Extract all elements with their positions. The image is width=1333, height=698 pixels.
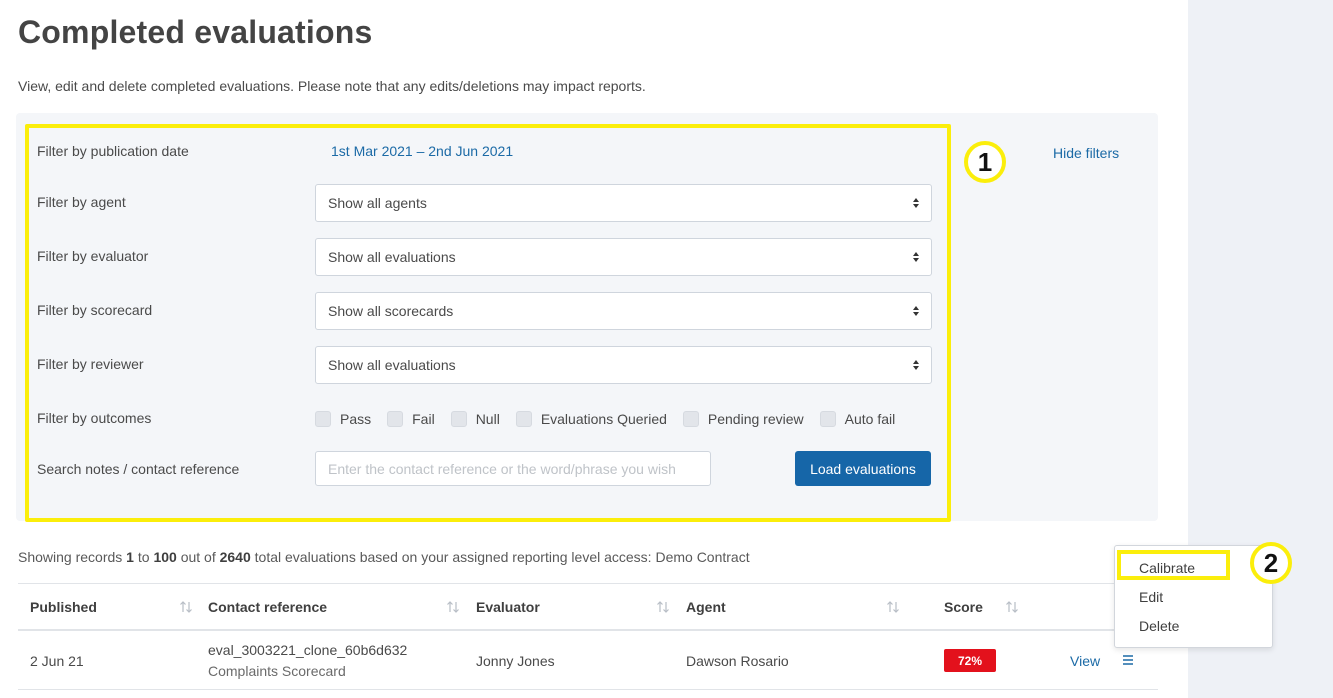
reviewer-select[interactable]: Show all evaluations <box>315 346 932 384</box>
checkbox-box[interactable] <box>387 411 404 427</box>
agent-select-value: Show all agents <box>328 195 427 211</box>
outcome-label: Pass <box>340 411 372 427</box>
outcome-label: Evaluations Queried <box>540 411 667 427</box>
annotation-badge-2: 2 <box>1250 542 1292 584</box>
menu-item-calibrate[interactable]: Calibrate <box>1139 560 1195 576</box>
checkbox-box[interactable] <box>315 411 331 427</box>
outcome-label: Pending review <box>707 411 804 427</box>
select-arrows-icon <box>913 252 919 262</box>
sort-icon[interactable] <box>1005 600 1019 614</box>
column-header-published[interactable]: Published <box>30 599 97 615</box>
outcome-pending-review-checkbox[interactable]: Pending review <box>682 411 804 427</box>
outcome-queried-checkbox[interactable]: Evaluations Queried <box>515 411 667 427</box>
hamburger-menu-icon[interactable] <box>1121 653 1135 667</box>
annotation-badge-1: 1 <box>964 141 1006 183</box>
column-header-score[interactable]: Score <box>944 599 983 615</box>
scorecard-filter-label: Filter by scorecard <box>37 302 153 318</box>
page-description: View, edit and delete completed evaluati… <box>18 78 646 94</box>
outcome-null-checkbox[interactable]: Null <box>450 411 500 427</box>
records-total: 2640 <box>219 549 251 565</box>
records-to-word: to <box>137 549 150 565</box>
outcome-label: Null <box>475 411 500 427</box>
outcomes-checkbox-group: Pass Fail Null Evaluations Queried Pendi… <box>315 409 911 429</box>
checkbox-box[interactable] <box>515 411 532 427</box>
column-header-contact-reference[interactable]: Contact reference <box>208 599 327 615</box>
select-arrows-icon <box>913 198 919 208</box>
records-to: 100 <box>153 549 177 565</box>
search-input[interactable] <box>315 451 711 486</box>
cell-contact-reference: eval_3003221_clone_60b6d632 <box>208 642 408 658</box>
checkbox-box[interactable] <box>819 411 836 427</box>
reviewer-select-value: Show all evaluations <box>328 357 456 373</box>
score-badge: 72% <box>944 649 996 672</box>
scorecard-select-value: Show all scorecards <box>328 303 454 319</box>
records-summary: Showing records 1 to 100 out of 2640 tot… <box>18 549 750 565</box>
evaluator-filter-label: Filter by evaluator <box>37 248 149 264</box>
records-out-of-word: out of <box>180 549 216 565</box>
menu-item-edit[interactable]: Edit <box>1139 589 1163 605</box>
publication-date-range-link[interactable]: 1st Mar 2021 – 2nd Jun 2021 <box>331 143 513 159</box>
view-link[interactable]: View <box>1070 653 1100 669</box>
reviewer-filter-label: Filter by reviewer <box>37 356 144 372</box>
outcome-pass-checkbox[interactable]: Pass <box>315 411 371 427</box>
outcome-fail-checkbox[interactable]: Fail <box>387 411 435 427</box>
outcome-label: Auto fail <box>844 411 896 427</box>
search-filter-label: Search notes / contact reference <box>37 461 240 477</box>
records-from: 1 <box>126 549 134 565</box>
sort-icon[interactable] <box>446 600 460 614</box>
outcomes-filter-label: Filter by outcomes <box>37 410 152 426</box>
cell-published: 2 Jun 21 <box>30 653 84 669</box>
agent-filter-label: Filter by agent <box>37 194 126 210</box>
sort-icon[interactable] <box>886 600 900 614</box>
table-header-divider <box>18 629 1158 631</box>
checkbox-box[interactable] <box>450 411 467 427</box>
page-title: Completed evaluations <box>18 14 373 50</box>
checkbox-box[interactable] <box>682 411 699 427</box>
cell-agent: Dawson Rosario <box>686 653 789 669</box>
outcome-auto-fail-checkbox[interactable]: Auto fail <box>819 411 896 427</box>
evaluator-select-value: Show all evaluations <box>328 249 456 265</box>
records-suffix: total evaluations based on your assigned… <box>254 549 750 565</box>
load-evaluations-button[interactable]: Load evaluations <box>795 451 931 486</box>
sort-icon[interactable] <box>179 600 193 614</box>
cell-scorecard: Complaints Scorecard <box>208 663 346 679</box>
menu-item-delete[interactable]: Delete <box>1139 618 1179 634</box>
table-divider <box>18 583 1158 584</box>
evaluator-select[interactable]: Show all evaluations <box>315 238 932 276</box>
cell-evaluator: Jonny Jones <box>476 653 555 669</box>
main-content: Completed evaluations View, edit and del… <box>0 0 1188 698</box>
publication-date-label: Filter by publication date <box>37 143 189 159</box>
hide-filters-link[interactable]: Hide filters <box>1053 145 1119 161</box>
outcome-label: Fail <box>412 411 435 427</box>
records-prefix: Showing records <box>18 549 123 565</box>
table-row-divider <box>18 689 1158 690</box>
select-arrows-icon <box>913 360 919 370</box>
sort-icon[interactable] <box>656 600 670 614</box>
agent-select[interactable]: Show all agents <box>315 184 932 222</box>
column-header-agent[interactable]: Agent <box>686 599 726 615</box>
scorecard-select[interactable]: Show all scorecards <box>315 292 932 330</box>
select-arrows-icon <box>913 306 919 316</box>
column-header-evaluator[interactable]: Evaluator <box>476 599 540 615</box>
